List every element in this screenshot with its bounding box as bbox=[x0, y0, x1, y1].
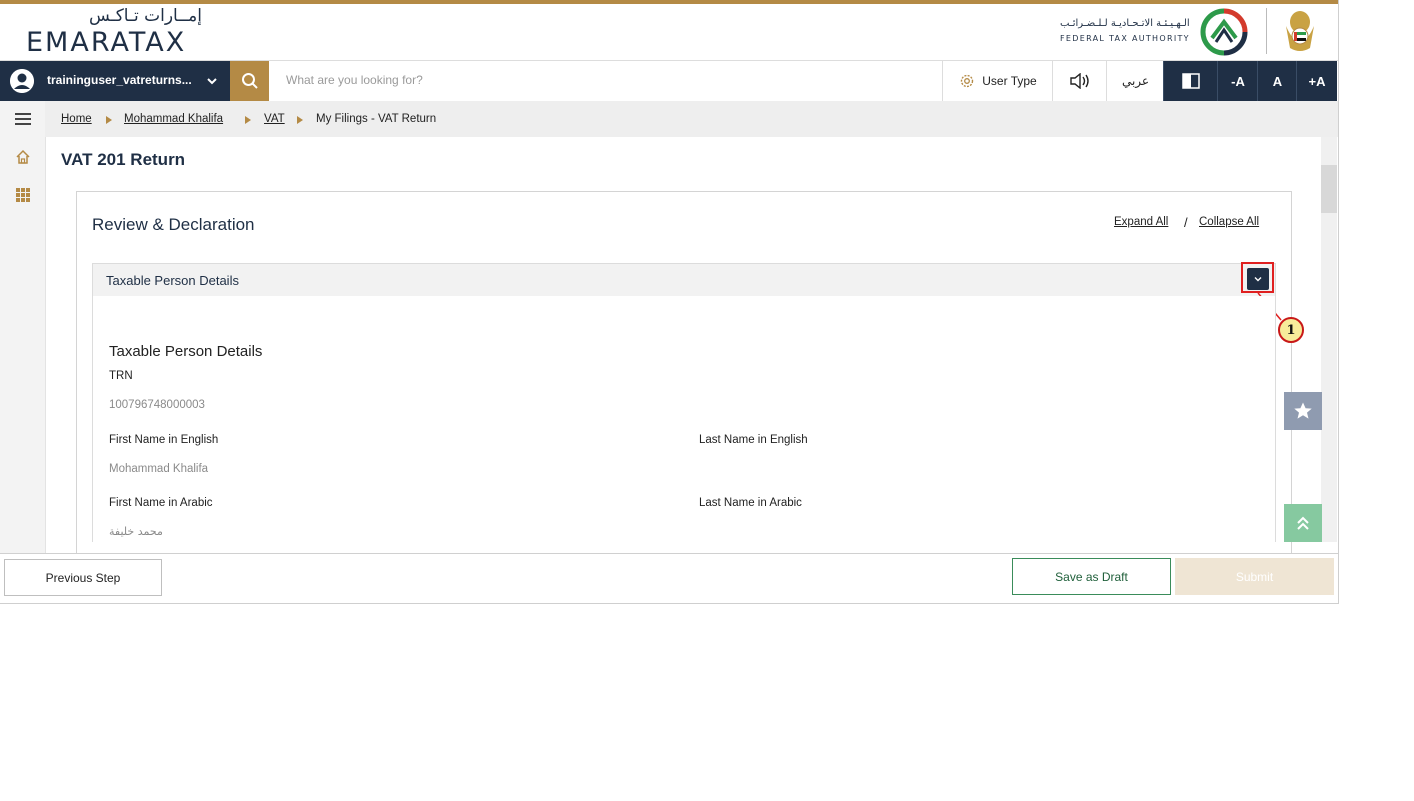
taxable-person-subtitle: Taxable Person Details bbox=[109, 343, 263, 360]
home-nav-button[interactable] bbox=[0, 139, 45, 175]
breadcrumb-taxpayer[interactable]: Mohammad Khalifa bbox=[124, 113, 223, 125]
scrollbar-thumb[interactable] bbox=[1321, 165, 1337, 213]
favorite-button[interactable] bbox=[1284, 392, 1322, 430]
accordion-body bbox=[92, 296, 1276, 542]
contrast-icon bbox=[1182, 73, 1200, 89]
font-normal-label: A bbox=[1272, 73, 1283, 89]
last-name-en-label: Last Name in English bbox=[699, 434, 808, 446]
step-callout-badge: 1 bbox=[1278, 317, 1304, 343]
home-icon bbox=[15, 149, 30, 164]
double-chevron-up-icon bbox=[1297, 516, 1309, 530]
first-name-en-value: Mohammad Khalifa bbox=[109, 463, 209, 475]
fta-english-text: FEDERAL TAX AUTHORITY bbox=[1060, 34, 1190, 43]
previous-step-button[interactable]: Previous Step bbox=[4, 559, 162, 596]
breadcrumb-home[interactable]: Home bbox=[61, 113, 92, 125]
search-icon bbox=[242, 73, 258, 89]
highlight-box bbox=[1241, 262, 1274, 293]
font-increase-label: +A bbox=[1308, 73, 1326, 89]
menu-toggle-button[interactable] bbox=[0, 101, 45, 137]
accordion-header-taxable-person[interactable]: Taxable Person Details bbox=[92, 263, 1276, 297]
chevron-down-icon bbox=[207, 78, 217, 85]
top-accent-line bbox=[0, 0, 1338, 4]
logo-divider bbox=[1266, 8, 1267, 54]
search-button[interactable] bbox=[230, 61, 269, 101]
expand-all-link[interactable]: Expand All bbox=[1114, 216, 1168, 228]
text-to-speech-button[interactable] bbox=[1052, 61, 1107, 101]
last-name-ar-label: Last Name in Arabic bbox=[699, 497, 802, 509]
gear-icon bbox=[961, 74, 974, 88]
accordion-title: Taxable Person Details bbox=[106, 273, 239, 288]
user-avatar-icon bbox=[10, 69, 34, 93]
breadcrumb-vat[interactable]: VAT bbox=[264, 113, 285, 125]
first-name-ar-value: محمد خليفة bbox=[109, 525, 163, 538]
save-as-draft-button[interactable]: Save as Draft bbox=[1012, 558, 1171, 595]
font-normal-button[interactable]: A bbox=[1257, 61, 1297, 101]
fta-logo: الـهـيـئـة الاتـحـاديـة لـلـضـرائـب FEDE… bbox=[1056, 8, 1316, 58]
left-nav-rail bbox=[0, 101, 46, 553]
search-input[interactable] bbox=[270, 61, 972, 99]
page-title: VAT 201 Return bbox=[61, 150, 186, 169]
hamburger-icon bbox=[14, 113, 31, 125]
arabic-label: عربي bbox=[1121, 74, 1150, 88]
first-name-ar-label: First Name in Arabic bbox=[109, 497, 213, 509]
breadcrumb-current: My Filings - VAT Return bbox=[316, 113, 437, 125]
user-menu[interactable]: traininguser_vatreturns... bbox=[0, 61, 230, 101]
brand-arabic: إمــارات تـاكـس bbox=[89, 6, 202, 26]
breadcrumb-separator-icon bbox=[245, 116, 251, 124]
font-decrease-button[interactable]: -A bbox=[1217, 61, 1258, 101]
user-type-button[interactable]: User Type bbox=[942, 61, 1053, 101]
collapse-all-link[interactable]: Collapse All bbox=[1199, 216, 1259, 228]
submit-button[interactable]: Submit bbox=[1175, 558, 1334, 595]
scroll-top-button[interactable] bbox=[1284, 504, 1322, 542]
contrast-toggle-button[interactable] bbox=[1163, 61, 1218, 101]
top-toolbar: traininguser_vatreturns... User Type bbox=[0, 60, 1338, 102]
link-separator: / bbox=[1184, 215, 1188, 230]
breadcrumb-separator-icon bbox=[297, 116, 303, 124]
breadcrumb-separator-icon bbox=[106, 116, 112, 124]
first-name-en-label: First Name in English bbox=[109, 434, 219, 446]
user-type-label: User Type bbox=[982, 74, 1037, 88]
apps-nav-button[interactable] bbox=[0, 177, 45, 213]
grid-icon bbox=[15, 188, 30, 202]
app-window: إمــارات تـاكـس EMARATAX الـهـيـئـة الات… bbox=[0, 0, 1339, 604]
trn-label: TRN bbox=[109, 370, 133, 382]
emaratax-logo[interactable]: إمــارات تـاكـس EMARATAX bbox=[26, 6, 206, 58]
fta-emblem-icon bbox=[1200, 8, 1248, 56]
font-increase-button[interactable]: +A bbox=[1296, 61, 1337, 101]
star-icon bbox=[1294, 402, 1312, 419]
brand-english: EMARATAX bbox=[26, 27, 187, 58]
fta-arabic-text: الـهـيـئـة الاتـحـاديـة لـلـضـرائـب bbox=[1060, 18, 1190, 29]
breadcrumb bbox=[45, 101, 1338, 137]
trn-value: 100796748000003 bbox=[109, 399, 205, 411]
speaker-icon bbox=[1070, 73, 1089, 89]
arabic-language-button[interactable]: عربي bbox=[1106, 61, 1164, 101]
username-label: traininguser_vatreturns... bbox=[47, 73, 192, 87]
font-decrease-label: -A bbox=[1231, 73, 1245, 89]
uae-emblem-icon bbox=[1286, 11, 1314, 51]
section-title: Review & Declaration bbox=[92, 215, 255, 234]
